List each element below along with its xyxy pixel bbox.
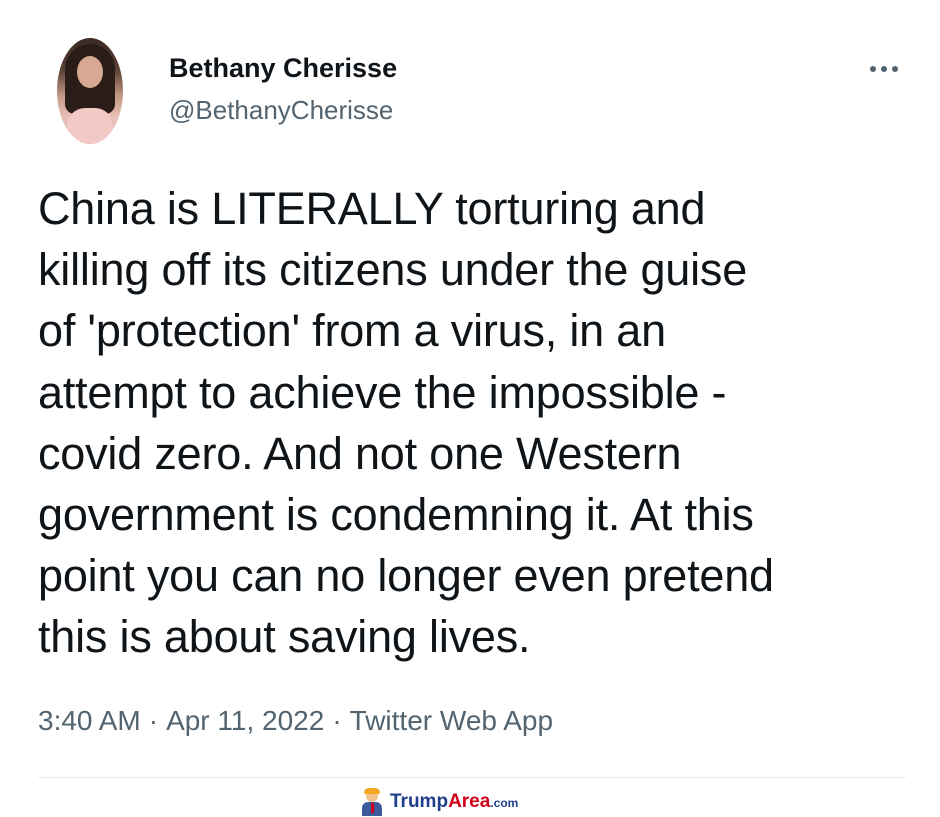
meta-separator: ·	[332, 705, 342, 736]
divider	[38, 777, 906, 778]
tweet-metadata: 3:40 AM · Apr 11, 2022 · Twitter Web App	[38, 702, 553, 740]
watermark-brand-part2: Area	[448, 790, 491, 812]
tweet-card: Bethany Cherisse @BethanyCherisse China …	[0, 0, 940, 817]
tweet-source[interactable]: Twitter Web App	[350, 705, 553, 736]
watermark-suffix: .com	[490, 795, 519, 810]
watermark-text: TrumpArea.com	[390, 790, 518, 815]
watermark-figure-icon	[360, 788, 384, 816]
author-handle[interactable]: @BethanyCherisse	[169, 94, 393, 126]
more-options-icon[interactable]	[862, 56, 906, 82]
avatar-clothing	[67, 108, 113, 144]
avatar[interactable]	[57, 38, 123, 144]
meta-separator: ·	[148, 705, 159, 736]
avatar-face	[77, 56, 103, 88]
more-dot	[881, 66, 887, 72]
tweet-text: China is LITERALLY torturing and killing…	[38, 183, 774, 663]
tweet-time[interactable]: 3:40 AM	[38, 705, 141, 736]
author-display-name[interactable]: Bethany Cherisse	[169, 52, 397, 84]
watermark-logo: TrumpArea.com	[360, 788, 518, 816]
more-dot	[892, 66, 898, 72]
tweet-date[interactable]: Apr 11, 2022	[166, 705, 324, 736]
more-dot	[870, 66, 876, 72]
watermark-brand-part1: Trump	[390, 790, 449, 812]
